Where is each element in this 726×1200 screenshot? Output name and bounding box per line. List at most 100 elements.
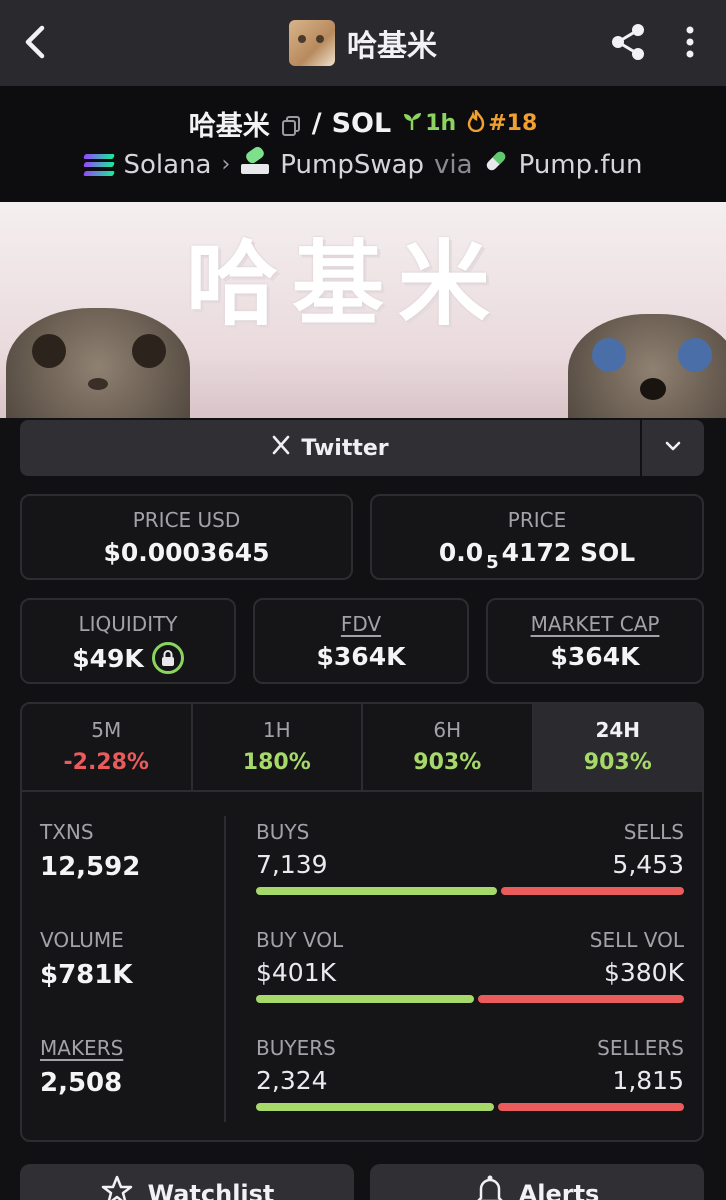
tab-24h-change: 903% (583, 750, 652, 775)
price-sol-label: PRICE (507, 508, 567, 532)
sells-value: 5,453 (612, 850, 684, 879)
pair-separator: / (311, 108, 322, 139)
tab-1h[interactable]: 1H 180% (193, 704, 363, 790)
sellers-label: SELLERS (597, 1036, 684, 1060)
more-options-icon[interactable] (672, 20, 708, 64)
buyers-sellers-row: BUYERS SELLERS 2,324 1,815 (256, 1036, 684, 1111)
share-icon[interactable] (606, 20, 650, 64)
buys-value: 7,139 (256, 850, 328, 879)
sells-label: SELLS (623, 820, 684, 844)
price-sol-value: 0.0 5 4172 SOL (372, 538, 702, 573)
sell-vol-value: $380K (603, 958, 684, 987)
buys-sells-row: BUYS SELLS 7,139 5,453 (256, 820, 684, 895)
sells-bar-fill (501, 887, 684, 895)
chevron-right-icon: › (221, 152, 231, 177)
makers-value: 2,508 (40, 1068, 123, 1098)
page-title: 哈基米 (347, 29, 437, 64)
market-cap-card: MARKET CAP $364K (486, 598, 704, 684)
rank-label: #18 (488, 111, 538, 136)
breadcrumb: Solana › PumpSwap via Pump.fun (0, 146, 726, 183)
cat-image-left (6, 308, 190, 418)
rank-badge[interactable]: #18 (466, 105, 538, 138)
tab-24h[interactable]: 24H 903% (533, 704, 702, 790)
quote-token: SOL (331, 108, 392, 139)
txns-label: TXNS (40, 820, 94, 844)
pill-icon (483, 148, 509, 181)
alerts-label: Alerts (518, 1180, 600, 1200)
buyers-bar-fill (256, 1103, 494, 1111)
buys-sells-bar (256, 887, 684, 895)
sellers-bar-fill (498, 1103, 684, 1111)
liquidity-text: $49K (72, 643, 144, 673)
fdv-card: FDV $364K (253, 598, 469, 684)
seedling-icon (401, 110, 423, 138)
buyers-value: 2,324 (256, 1066, 328, 1095)
buy-vol-label: BUY VOL (256, 928, 344, 952)
pair-header: 哈基米 / SOL 1h #18 Solana › PumpSwap via P… (0, 86, 726, 202)
price-usd-card: PRICE USD $0.0003645 (20, 494, 353, 580)
price-sol-card: PRICE 0.0 5 4172 SOL (370, 494, 704, 580)
base-token: 哈基米 (188, 111, 270, 142)
timeframe-tabs: 5M -2.28% 1H 180% 6H 903% 24H 903% (22, 704, 702, 792)
watchlist-label: Watchlist (147, 1180, 275, 1200)
price-usd-value: $0.0003645 (22, 538, 351, 567)
makers-label[interactable]: MAKERS (40, 1036, 123, 1060)
volume-split-bar (256, 995, 684, 1003)
tab-5m[interactable]: 5M -2.28% (22, 704, 193, 790)
tab-5m-change: -2.28% (63, 750, 149, 775)
bell-icon (475, 1174, 505, 1200)
sellers-value: 1,815 (612, 1066, 684, 1095)
socials-dropdown-toggle[interactable] (642, 420, 704, 476)
pair-name-row: 哈基米 / SOL 1h #18 (0, 104, 726, 143)
lock-icon[interactable] (151, 642, 184, 674)
pumpswap-icon (240, 146, 270, 183)
fdv-label[interactable]: FDV (255, 612, 467, 636)
txns-value: 12,592 (40, 852, 141, 882)
tab-6h[interactable]: 6H 903% (363, 704, 534, 790)
token-banner: 哈基米 (0, 202, 726, 418)
alerts-button[interactable]: Alerts (370, 1164, 704, 1200)
tab-6h-change: 903% (413, 750, 482, 775)
tab-1h-label: 1H (262, 718, 291, 742)
banner-title: 哈基米 (186, 231, 505, 338)
solana-icon (82, 153, 115, 176)
buy-vol-value: $401K (256, 958, 337, 987)
buy-vol-bar-fill (256, 995, 474, 1003)
sell-vol-label: SELL VOL (589, 928, 684, 952)
price-sol-prefix: 0.0 (438, 538, 484, 567)
twitter-button[interactable]: Twitter (20, 420, 640, 476)
dex-link[interactable]: PumpSwap (280, 150, 424, 180)
buyers-label: BUYERS (256, 1036, 336, 1060)
sell-vol-bar-fill (478, 995, 684, 1003)
watchlist-button[interactable]: Watchlist (20, 1164, 354, 1200)
flame-icon (466, 105, 486, 138)
tab-6h-label: 6H (433, 718, 462, 742)
token-avatar (289, 20, 335, 66)
market-cap-value: $364K (488, 642, 702, 671)
price-sol-suffix: 4172 SOL (501, 538, 636, 567)
buyers-sellers-bar (256, 1103, 684, 1111)
twitter-label: Twitter (301, 435, 389, 461)
market-cap-label[interactable]: MARKET CAP (488, 612, 702, 636)
tab-24h-label: 24H (595, 718, 641, 742)
volume-label: VOLUME (40, 928, 124, 952)
app-bar: 哈基米 (0, 0, 726, 86)
price-usd-text: $0.0003645 (103, 538, 270, 567)
volume-value: $781K (40, 960, 133, 990)
txns-metric: TXNS 12,592 (40, 820, 140, 882)
chain-link[interactable]: Solana (124, 150, 212, 180)
liquidity-card: LIQUIDITY $49K (20, 598, 236, 684)
age-badge: 1h (401, 110, 456, 138)
activity-panel: 5M -2.28% 1H 180% 6H 903% 24H 903% TXNS … (20, 702, 704, 1142)
copy-icon[interactable] (280, 113, 302, 136)
column-divider (224, 816, 226, 1122)
volume-metric: VOLUME $781K (40, 928, 133, 990)
fdv-text: $364K (316, 642, 406, 671)
market-cap-text: $364K (550, 642, 640, 671)
via-label: via (434, 149, 473, 180)
launchpad-link[interactable]: Pump.fun (519, 150, 643, 180)
liquidity-value: $49K (22, 642, 234, 674)
star-icon (100, 1174, 134, 1200)
volume-split-row: BUY VOL SELL VOL $401K $380K (256, 928, 684, 1003)
makers-metric: MAKERS 2,508 (40, 1036, 123, 1098)
